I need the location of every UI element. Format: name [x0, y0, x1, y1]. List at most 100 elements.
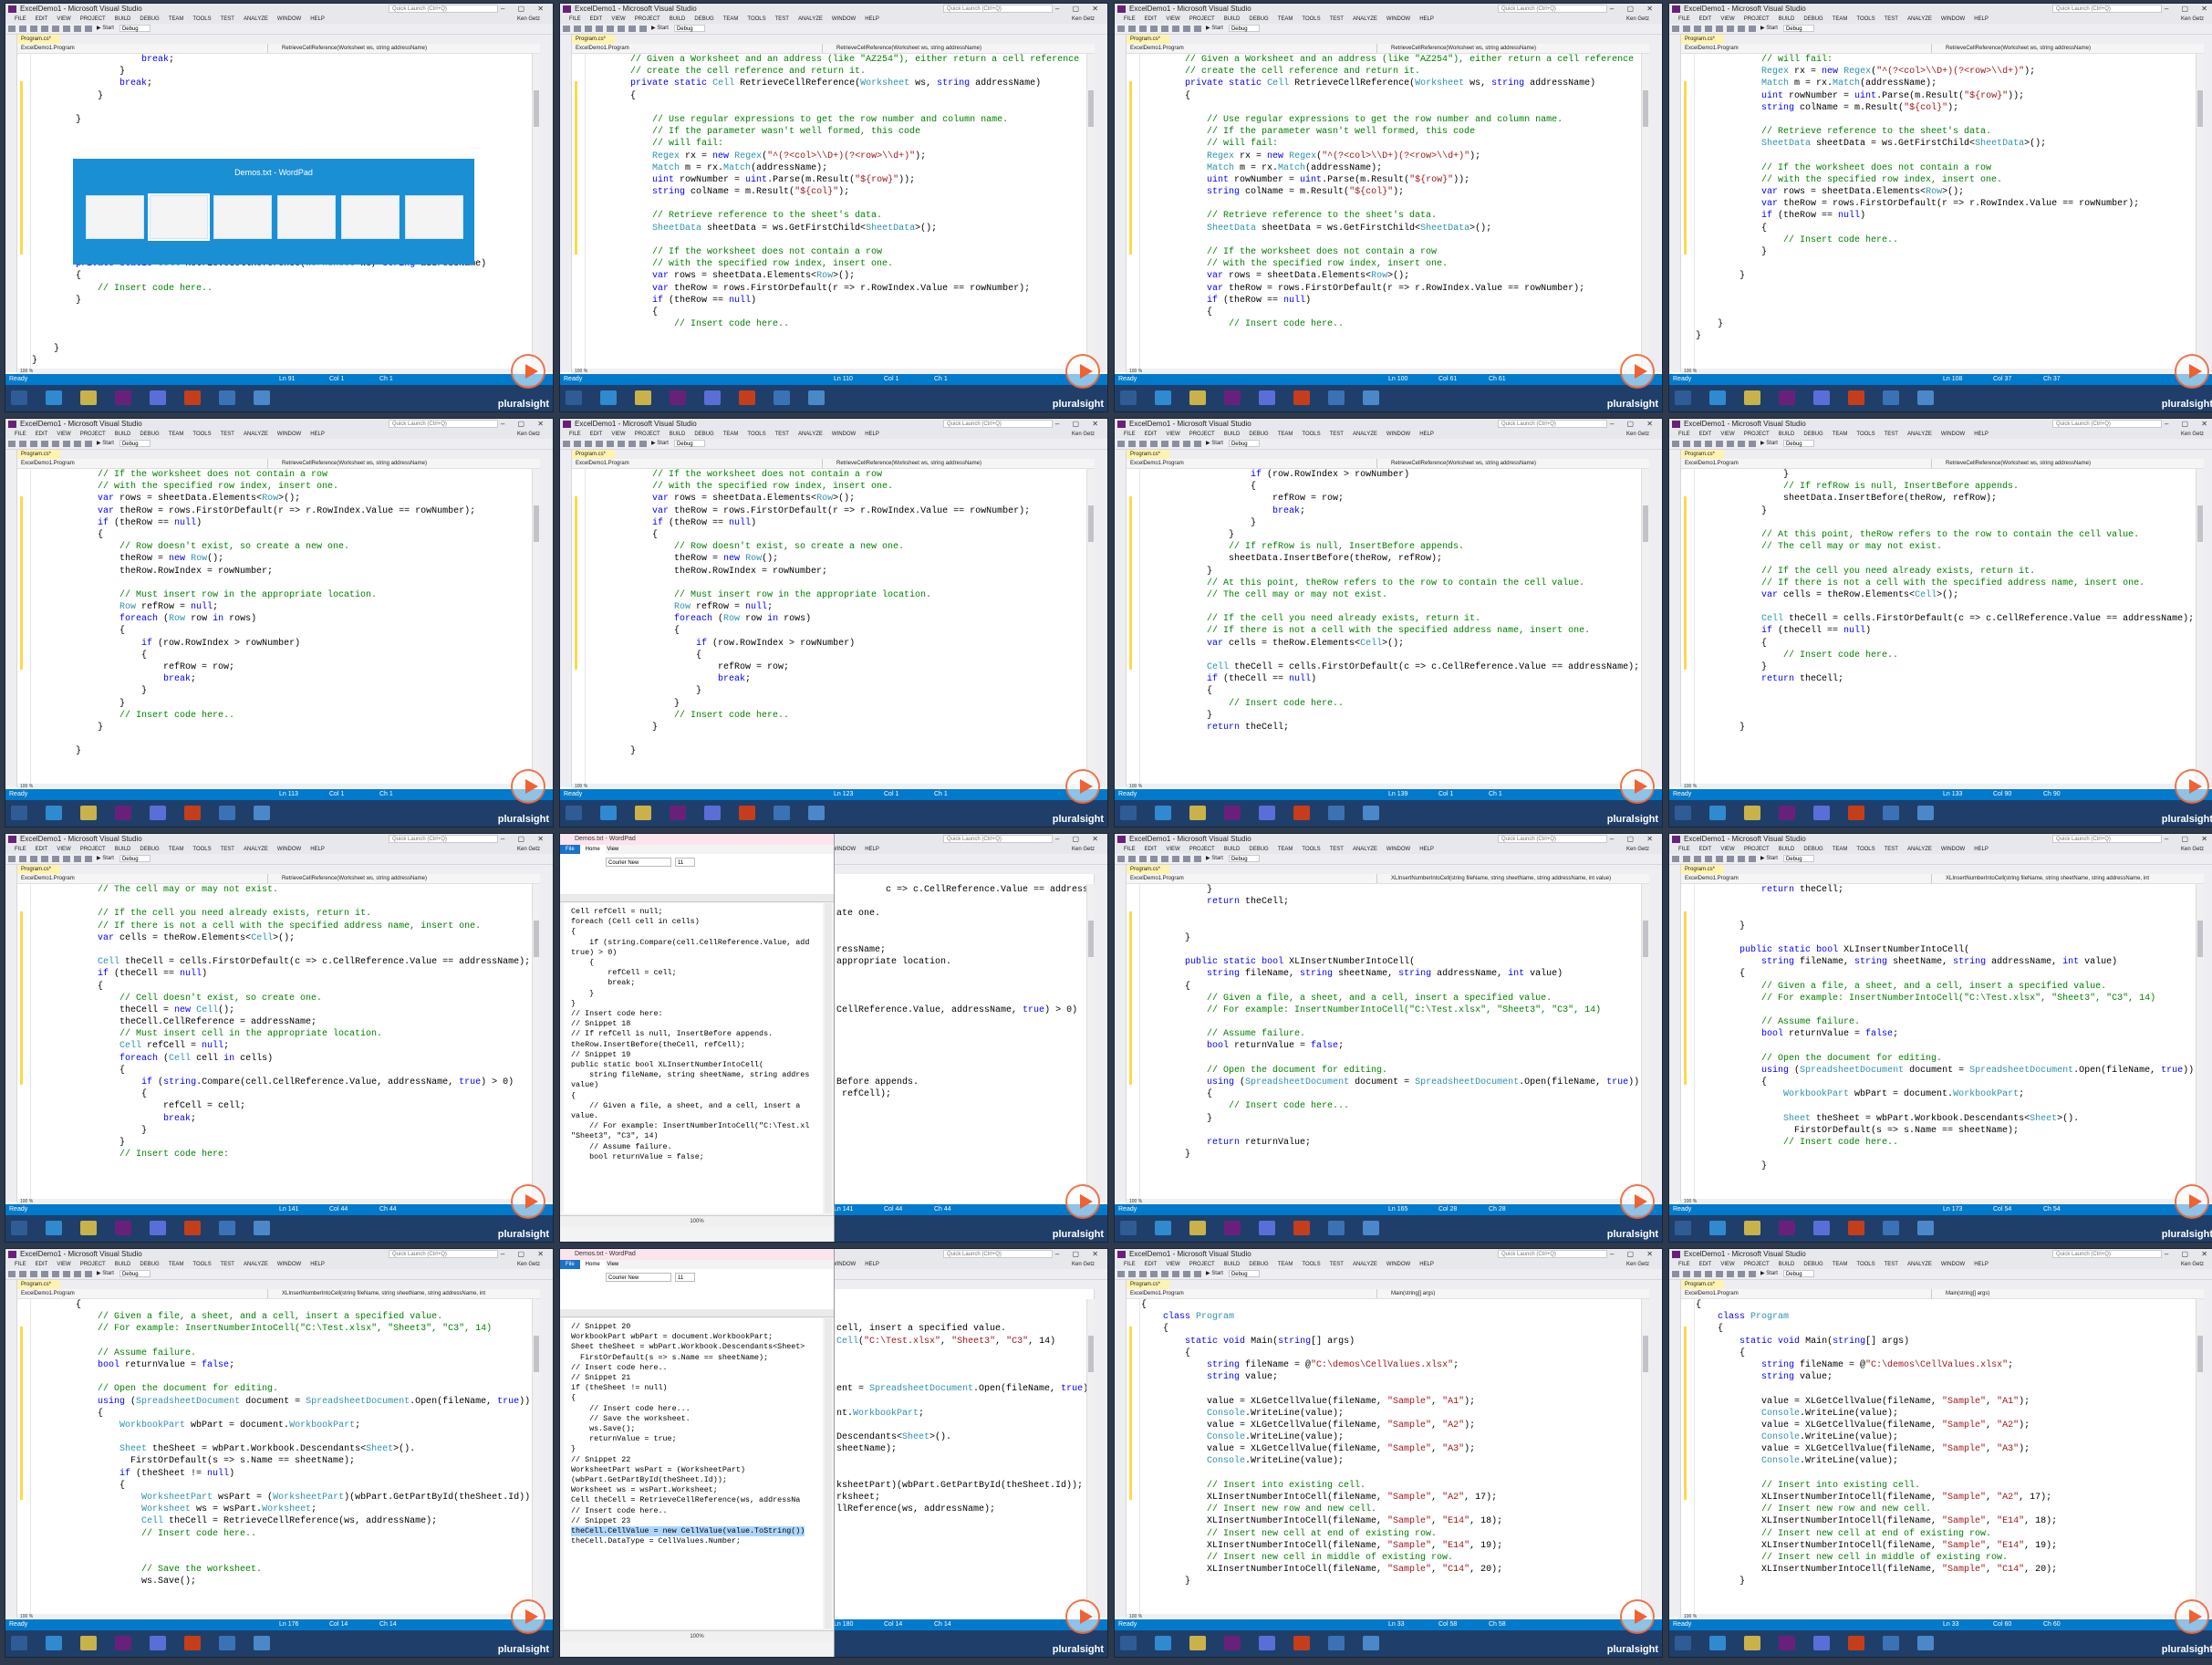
- taskbar-app-icon[interactable]: [670, 806, 686, 820]
- config-dropdown[interactable]: Debug: [1782, 25, 1814, 32]
- vertical-scrollbar[interactable]: [1641, 469, 1649, 784]
- tab-program-cs[interactable]: Program.cs*: [1681, 1280, 1725, 1289]
- menu-help[interactable]: HELP: [310, 847, 325, 852]
- menu-view[interactable]: VIEW: [1720, 16, 1734, 22]
- toolbar-button-icon[interactable]: [1117, 441, 1125, 447]
- taskbar-app-icon[interactable]: [150, 1221, 166, 1235]
- toolbar-button-icon[interactable]: [63, 441, 70, 447]
- zoom-level[interactable]: 100 %: [17, 369, 540, 374]
- taskbar-app-icon[interactable]: [1675, 1636, 1691, 1650]
- toolbar-button-icon[interactable]: [8, 1271, 16, 1277]
- toolbar-button-icon[interactable]: [618, 441, 625, 447]
- toolbar-button-icon[interactable]: [1150, 1271, 1158, 1277]
- menu-view[interactable]: VIEW: [57, 1262, 70, 1267]
- menu-edit[interactable]: EDIT: [1699, 847, 1712, 852]
- menu-test[interactable]: TEST: [1885, 432, 1898, 437]
- toolbar-button-icon[interactable]: [1172, 856, 1179, 862]
- menu-project[interactable]: PROJECT: [80, 16, 106, 22]
- taskbar-app-icon[interactable]: [184, 390, 201, 405]
- menu-edit[interactable]: EDIT: [36, 1262, 48, 1267]
- taskbar-app-icon[interactable]: [115, 806, 131, 820]
- toolbar-button-icon[interactable]: [1128, 1271, 1136, 1277]
- menu-debug[interactable]: DEBUG: [140, 847, 159, 852]
- menu-test[interactable]: TEST: [1330, 432, 1344, 437]
- taskbar-app-icon[interactable]: [1813, 1636, 1830, 1650]
- taskbar-app-icon[interactable]: [1917, 1221, 1934, 1235]
- menu-edit[interactable]: EDIT: [36, 432, 48, 437]
- menu-help[interactable]: HELP: [865, 16, 879, 22]
- taskbar-app-icon[interactable]: [1813, 806, 1830, 820]
- taskbar-app-icon[interactable]: [1848, 1221, 1864, 1235]
- class-dropdown[interactable]: ExcelDemo1.Program: [1685, 1289, 1932, 1298]
- toolbar-button-icon[interactable]: [74, 856, 81, 862]
- toolbar-button-icon[interactable]: [19, 441, 26, 447]
- menu-window[interactable]: WINDOW: [832, 1262, 856, 1267]
- toolbar-button-icon[interactable]: [563, 441, 570, 447]
- menu-tools[interactable]: TOOLS: [1302, 1262, 1320, 1267]
- code-editor[interactable]: return theCell; } public static bool XLI…: [1681, 884, 2204, 1199]
- toolbar-button-icon[interactable]: [1194, 441, 1201, 447]
- menu-view[interactable]: VIEW: [57, 847, 70, 852]
- menu-help[interactable]: HELP: [1974, 16, 1989, 22]
- play-button-icon[interactable]: [2175, 1184, 2209, 1219]
- scroll-thumb[interactable]: [1643, 921, 1648, 957]
- window-controls[interactable]: – ▢ ✕: [501, 419, 549, 430]
- menu-team[interactable]: TEAM: [1833, 16, 1848, 22]
- menu-tools[interactable]: TOOLS: [1856, 16, 1874, 22]
- config-dropdown[interactable]: Debug: [1228, 855, 1260, 862]
- menu-window[interactable]: WINDOW: [277, 16, 301, 22]
- scroll-thumb[interactable]: [2197, 90, 2203, 127]
- taskbar-app-icon[interactable]: [219, 1636, 235, 1650]
- vertical-scrollbar[interactable]: [2196, 469, 2204, 784]
- play-button-icon[interactable]: [2175, 769, 2209, 804]
- toolbar-button-icon[interactable]: [1749, 26, 1756, 32]
- menu-help[interactable]: HELP: [1419, 432, 1434, 437]
- class-dropdown[interactable]: ExcelDemo1.Program: [1685, 459, 1932, 468]
- class-dropdown[interactable]: ExcelDemo1.Program: [21, 1289, 268, 1298]
- quick-launch-input[interactable]: Quick Launch (Ctrl+Q): [2052, 835, 2162, 843]
- toolbar-button-icon[interactable]: [628, 26, 636, 32]
- taskbar-app-icon[interactable]: [1328, 806, 1345, 820]
- toolbar-button-icon[interactable]: [639, 26, 647, 32]
- scroll-thumb[interactable]: [1088, 921, 1094, 957]
- taskbar-app-icon[interactable]: [1259, 806, 1275, 820]
- tab-program-cs[interactable]: Program.cs*: [1681, 450, 1725, 459]
- play-button-icon[interactable]: [2175, 1599, 2209, 1634]
- member-dropdown[interactable]: XLInsertNumberIntoCell(string fileName, …: [1946, 874, 2149, 883]
- menu-window[interactable]: WINDOW: [832, 847, 856, 852]
- toolbar-button-icon[interactable]: [1672, 441, 1679, 447]
- taskbar-app-icon[interactable]: [1917, 806, 1934, 820]
- menu-team[interactable]: TEAM: [1278, 432, 1293, 437]
- menu-team[interactable]: TEAM: [169, 1262, 184, 1267]
- toolbar-button-icon[interactable]: [1738, 26, 1745, 32]
- toolbar-button-icon[interactable]: [1727, 26, 1734, 32]
- toolbar-button-icon[interactable]: [1128, 856, 1136, 862]
- toolbar-button-icon[interactable]: [1194, 1271, 1201, 1277]
- wordpad-scrollbar[interactable]: [825, 1318, 832, 1629]
- menu-help[interactable]: HELP: [310, 16, 325, 22]
- window-controls[interactable]: – ▢ ✕: [1055, 419, 1104, 430]
- menu-edit[interactable]: EDIT: [1699, 1262, 1712, 1267]
- menu-analyze[interactable]: ANALYZE: [1907, 1262, 1932, 1267]
- menu-edit[interactable]: EDIT: [590, 432, 603, 437]
- taskbar-app-icon[interactable]: [1224, 1636, 1241, 1650]
- window-controls[interactable]: – ▢ ✕: [1610, 834, 1658, 845]
- menu-project[interactable]: PROJECT: [635, 16, 660, 22]
- menu-test[interactable]: TEST: [1330, 1262, 1344, 1267]
- taskbar-app-icon[interactable]: [1120, 1636, 1137, 1650]
- taskbar-app-icon[interactable]: [254, 806, 270, 820]
- menu-file[interactable]: FILE: [1678, 432, 1690, 437]
- toolbar-button-icon[interactable]: [607, 441, 614, 447]
- toolbar-button-icon[interactable]: [1183, 1271, 1190, 1277]
- menu-help[interactable]: HELP: [1974, 432, 1989, 437]
- menu-edit[interactable]: EDIT: [590, 16, 603, 22]
- toolbar-button-icon[interactable]: [1194, 26, 1201, 32]
- user-name[interactable]: Ken Getz: [1072, 1260, 1095, 1269]
- menu-tools[interactable]: TOOLS: [1302, 432, 1320, 437]
- taskbar-app-icon[interactable]: [1328, 1636, 1345, 1650]
- window-thumbnail[interactable]: [86, 195, 144, 239]
- member-dropdown[interactable]: RetrieveCellReference(Worksheet ws, stri…: [836, 459, 981, 468]
- menu-tools[interactable]: TOOLS: [1856, 432, 1874, 437]
- toolbar-button-icon[interactable]: [1705, 441, 1712, 447]
- toolbar-button-icon[interactable]: [1117, 26, 1125, 32]
